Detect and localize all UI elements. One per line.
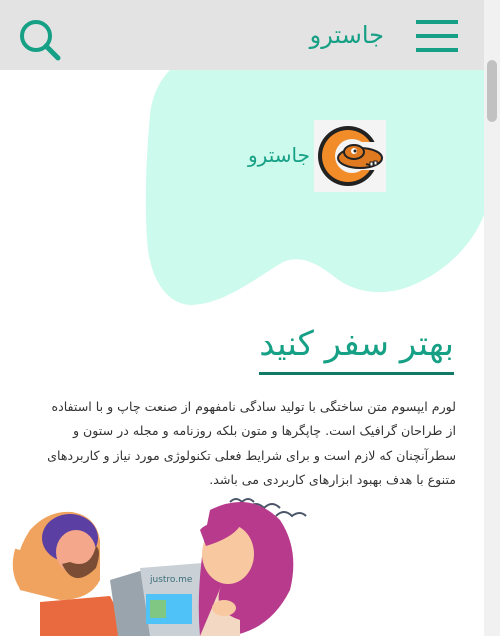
newspaper-brand: justro.me xyxy=(149,575,193,585)
logo-text: جاسترو xyxy=(248,143,310,167)
brand-logo[interactable]: جاسترو xyxy=(248,120,388,192)
travelers-illustration: justro.me xyxy=(12,498,307,636)
hero-title: بهتر سفر کنید xyxy=(259,318,454,375)
hero-paragraph: لورم ایپسوم متن ساختگی با تولید سادگی نا… xyxy=(47,398,456,488)
header-title[interactable]: جاسترو xyxy=(310,18,384,52)
menu-button[interactable] xyxy=(416,20,460,54)
search-icon xyxy=(20,20,61,61)
page-scrollbar[interactable] xyxy=(484,0,500,636)
scrollbar-thumb[interactable] xyxy=(487,60,497,122)
top-navbar: جاسترو xyxy=(0,0,484,70)
hamburger-menu-icon xyxy=(416,20,458,52)
camel-c-logo-icon xyxy=(314,120,386,192)
search-button[interactable] xyxy=(18,18,62,62)
